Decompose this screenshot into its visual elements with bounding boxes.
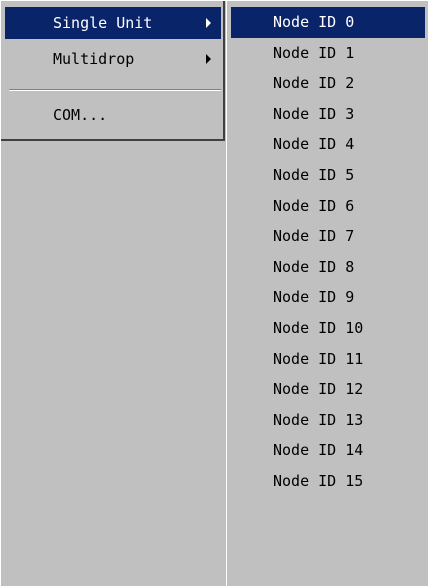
submenu-item-node-id-6[interactable]: Node ID 6	[231, 191, 425, 222]
submenu-item-node-id-11[interactable]: Node ID 11	[231, 344, 425, 375]
submenu-item-label: Node ID 5	[273, 166, 355, 184]
submenu-item-label: Node ID 12	[273, 380, 364, 399]
submenu-item-label: Node ID 14	[273, 441, 364, 460]
submenu-item-node-id-9[interactable]: Node ID 9	[231, 282, 425, 313]
submenu-item-node-id-3[interactable]: Node ID 3	[231, 99, 425, 130]
submenu-item-node-id-4[interactable]: Node ID 4	[231, 129, 425, 160]
menu-item-label: Single Unit	[53, 14, 153, 32]
submenu-item-node-id-7[interactable]: Node ID 7	[231, 221, 425, 252]
submenu-item-label: Node ID 4	[273, 135, 355, 154]
menu-item-label: Multidrop	[53, 50, 135, 68]
submenu-item-label: Node ID 9	[273, 288, 355, 307]
node-id-submenu: Node ID 0 Node ID 1 Node ID 2 Node ID 3 Node…	[226, 0, 428, 586]
submenu-item-node-id-13[interactable]: Node ID 13	[231, 405, 425, 436]
submenu-arrow-icon	[206, 54, 211, 64]
submenu-item-node-id-10[interactable]: Node ID 10	[231, 313, 425, 344]
submenu-item-node-id-14[interactable]: Node ID 14	[231, 435, 425, 466]
menu-item-label: COM...	[53, 106, 108, 124]
submenu-item-label: Node ID 2	[273, 74, 355, 93]
submenu-item-label: Node ID 3	[273, 104, 355, 123]
submenu-item-node-id-15[interactable]: Node ID 15	[231, 466, 425, 497]
submenu-item-node-id-2[interactable]: Node ID 2	[231, 68, 425, 99]
submenu-item-node-id-0[interactable]: Node ID 0	[231, 7, 425, 38]
submenu-item-label: Node ID 10	[273, 319, 364, 337]
submenu-item-node-id-5[interactable]: Node ID 5	[231, 160, 425, 191]
submenu-item-label: Node ID 15	[273, 472, 364, 490]
submenu-item-node-id-8[interactable]: Node ID 8	[231, 252, 425, 283]
submenu-item-label: Node ID 0	[273, 13, 355, 31]
menu-item-multidrop[interactable]: Multidrop	[5, 43, 221, 75]
submenu-item-node-id-12[interactable]: Node ID 12	[231, 374, 425, 405]
menu-item-com[interactable]: COM...	[5, 99, 221, 131]
submenu-item-node-id-1[interactable]: Node ID 1	[231, 38, 425, 69]
submenu-item-label: Node ID 13	[273, 410, 364, 429]
submenu-item-label: Node ID 8	[273, 257, 355, 276]
main-menu-panel: Single Unit Multidrop COM...	[1, 1, 225, 141]
main-menu: Single Unit Multidrop COM...	[0, 0, 226, 586]
menu-separator	[9, 89, 221, 91]
submenu-item-label: Node ID 6	[273, 196, 355, 215]
menu-item-single-unit[interactable]: Single Unit	[5, 7, 221, 39]
submenu-item-label: Node ID 7	[273, 227, 355, 246]
submenu-item-label: Node ID 1	[273, 43, 355, 62]
submenu-arrow-icon	[206, 18, 211, 28]
submenu-item-label: Node ID 11	[273, 349, 364, 368]
